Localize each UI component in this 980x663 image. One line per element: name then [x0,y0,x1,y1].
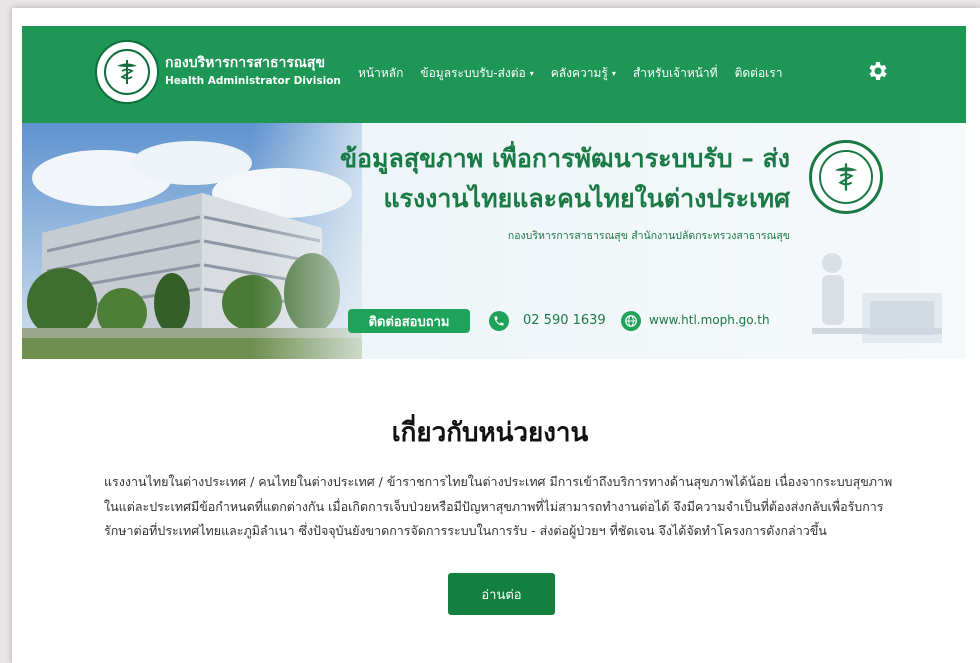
phone-number: 02 590 1639 [523,313,606,328]
brand-name-th: กองบริหารการสาธารณสุข [165,55,326,71]
office-illustration [812,253,942,343]
main-nav: หน้าหลัก ข้อมูลระบบรับ-ส่งต่อ ▾ คลังความ… [358,64,782,83]
nav-staff[interactable]: สำหรับเจ้าหน้าที่ [633,64,718,83]
nav-contact-label: ติดต่อเรา [734,66,783,80]
website-link[interactable]: www.htl.moph.go.th [649,313,770,327]
phone-icon [489,311,509,331]
nav-contact[interactable]: ติดต่อเรา [735,64,783,83]
hero-banner: ข้อมูลสุขภาพ เพื่อการพัฒนาระบบรับ – ส่ง … [22,123,966,359]
nav-referral-info-label: ข้อมูลระบบรับ-ส่งต่อ [420,66,526,80]
globe-icon [621,311,641,331]
nav-knowledge[interactable]: คลังความรู้ ▾ [551,64,616,83]
nav-home[interactable]: หน้าหลัก [358,64,403,83]
nav-knowledge-label: คลังความรู้ [550,66,608,80]
contact-inquiry-button[interactable]: ติดต่อสอบถาม [348,309,470,333]
about-body-text: แรงงานไทยในต่างประเทศ / คนไทยในต่างประเท… [104,474,893,538]
nav-referral-info[interactable]: ข้อมูลระบบรับ-ส่งต่อ ▾ [420,64,533,83]
ministry-seal-icon [809,140,883,214]
nav-home-label: หน้าหลัก [358,66,404,80]
nav-staff-label: สำหรับเจ้าหน้าที่ [632,66,718,80]
chevron-down-icon: ▾ [529,69,534,78]
banner-title-line1: ข้อมูลสุขภาพ เพื่อการพัฒนาระบบรับ – ส่ง [339,144,790,173]
gear-icon[interactable] [865,59,889,83]
top-navbar: กองบริหารการสาธารณสุข Health Administrat… [22,26,966,123]
brand-name-en: Health Administrator Division [165,75,341,87]
banner-subtitle: กองบริหารการสาธารณสุข สำนักงานปลัดกระทรว… [507,230,790,242]
chevron-down-icon: ▾ [611,69,616,78]
banner-title-line2: แรงงานไทยและคนไทยในต่างประเทศ [383,184,790,213]
about-heading: เกี่ยวกับหน่วยงาน [391,418,589,448]
ministry-seal-icon[interactable] [95,40,159,104]
read-more-button[interactable]: อ่านต่อ [448,573,555,615]
